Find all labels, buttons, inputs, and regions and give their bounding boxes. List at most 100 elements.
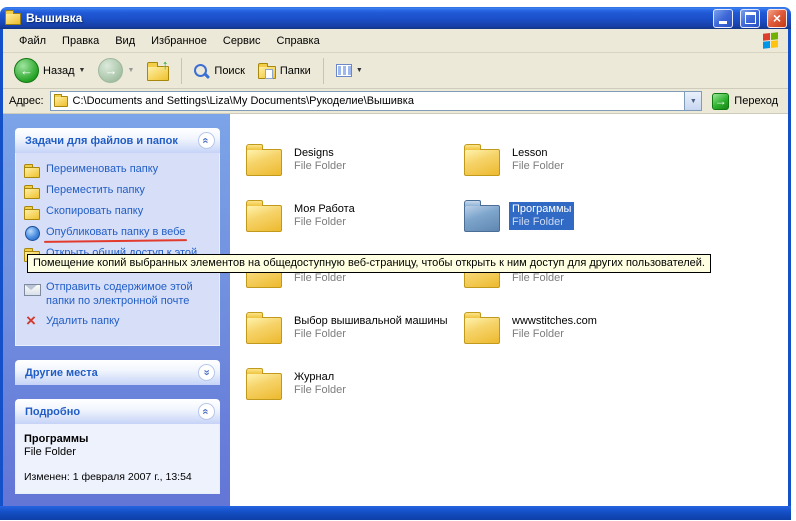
folders-icon — [258, 66, 276, 79]
folder-icon — [246, 317, 282, 344]
go-arrow-icon — [712, 93, 729, 110]
other-places-header[interactable]: Другие места — [15, 360, 220, 385]
file-item[interactable]: wwwstitches.com File Folder — [464, 300, 676, 356]
window-title: Вышивка — [26, 11, 706, 25]
file-type: File Folder — [512, 216, 571, 229]
file-name: Lesson — [512, 147, 564, 160]
toolbar-separator — [323, 58, 324, 84]
details-modified: Изменен: 1 февраля 2007 г., 13:54 — [24, 471, 213, 483]
file-item[interactable]: Журнал File Folder — [246, 356, 458, 412]
views-dropdown-icon[interactable]: ▼ — [356, 67, 363, 74]
file-name: Журнал — [294, 371, 346, 384]
details-type: File Folder — [24, 446, 213, 458]
details-panel-title: Подробно — [25, 406, 80, 418]
search-button[interactable]: Поиск — [189, 61, 249, 80]
menu-item[interactable]: Файл — [11, 31, 54, 51]
address-path[interactable]: C:\Documents and Settings\Liza\My Docume… — [73, 95, 680, 107]
address-combobox[interactable]: C:\Documents and Settings\Liza\My Docume… — [50, 91, 703, 111]
details-panel-body: Программы File Folder Изменен: 1 февраля… — [15, 424, 220, 494]
views-icon — [336, 64, 352, 77]
back-button[interactable]: Назад ▼ — [9, 55, 90, 86]
folder-icon — [246, 373, 282, 400]
search-label: Поиск — [214, 65, 244, 77]
forward-button[interactable]: ▼ — [93, 55, 139, 86]
task-icon — [24, 184, 40, 198]
task-item[interactable]: Скопировать папку — [24, 204, 213, 219]
details-name: Программы — [24, 433, 213, 445]
menu-item[interactable]: Избранное — [143, 31, 215, 51]
file-item[interactable]: Lesson File Folder — [464, 132, 676, 188]
chevron-down-icon[interactable] — [198, 364, 215, 381]
task-icon — [24, 281, 40, 295]
close-button[interactable] — [767, 9, 787, 28]
menu-item[interactable]: Сервис — [215, 31, 269, 51]
task-icon — [24, 205, 40, 219]
task-label: Переместить папку — [46, 183, 213, 197]
maximize-button[interactable] — [740, 9, 760, 28]
menu-item[interactable]: Вид — [107, 31, 143, 51]
back-dropdown-icon[interactable]: ▼ — [79, 67, 86, 74]
main-area: Задачи для файлов и папок Переименовать … — [3, 114, 788, 506]
file-item[interactable]: Designs File Folder — [246, 132, 458, 188]
go-label: Переход — [734, 95, 778, 107]
task-icon — [24, 315, 40, 329]
forward-dropdown-icon[interactable]: ▼ — [127, 67, 134, 74]
go-button[interactable]: Переход — [708, 92, 782, 111]
tooltip: Помещение копий выбранных элементов на о… — [27, 254, 711, 273]
file-list-area[interactable]: Designs File Folder Моя Работа File Fold… — [230, 114, 788, 506]
views-button[interactable]: ▼ — [331, 61, 368, 80]
task-label: Опубликовать папку в вебе — [46, 225, 213, 239]
folder-icon — [246, 149, 282, 176]
chevron-up-icon[interactable] — [198, 403, 215, 420]
chevron-up-icon[interactable] — [198, 132, 215, 149]
file-type: File Folder — [294, 272, 454, 285]
file-item[interactable]: Программы File Folder — [464, 188, 676, 244]
other-places-title: Другие места — [25, 367, 98, 379]
folders-button[interactable]: Папки — [253, 60, 316, 82]
file-type: File Folder — [512, 328, 597, 341]
details-panel-header[interactable]: Подробно — [15, 399, 220, 424]
folders-label: Папки — [280, 65, 311, 77]
file-labels: wwwstitches.com File Folder — [509, 314, 600, 342]
task-icon — [24, 226, 40, 240]
task-item[interactable]: Отправить содержимое этой папки по элект… — [24, 280, 213, 308]
file-type: File Folder — [294, 216, 355, 229]
up-button[interactable] — [142, 58, 174, 84]
menu-item[interactable]: Справка — [269, 31, 328, 51]
file-folder-tasks-panel: Задачи для файлов и папок Переименовать … — [15, 128, 220, 346]
file-labels: Программы File Folder — [509, 202, 574, 230]
other-places-panel: Другие места — [15, 360, 220, 385]
folder-icon — [246, 205, 282, 232]
file-labels: Выбор вышивальной машины File Folder — [291, 314, 451, 342]
menu-item[interactable]: Правка — [54, 31, 107, 51]
address-bar: Адрес: C:\Documents and Settings\Liza\My… — [3, 89, 788, 114]
file-item[interactable]: Выбор вышивальной машины File Folder — [246, 300, 458, 356]
explorer-window: Вышивка ФайлПравкаВидИзбранноеСервисСпра… — [0, 7, 791, 520]
back-label: Назад — [43, 65, 75, 77]
folder-icon — [464, 149, 500, 176]
tasks-panel-header[interactable]: Задачи для файлов и папок — [15, 128, 220, 153]
title-bar[interactable]: Вышивка — [0, 7, 791, 29]
file-labels: Моя Работа File Folder — [291, 202, 358, 230]
file-name: Designs — [294, 147, 346, 160]
task-item[interactable]: Удалить папку — [24, 314, 213, 329]
minimize-button[interactable] — [713, 9, 733, 28]
file-name: Программы — [512, 203, 571, 216]
forward-arrow-icon — [98, 58, 123, 83]
file-type: File Folder — [294, 328, 448, 341]
task-label: Переименовать папку — [46, 162, 213, 176]
address-label: Адрес: — [9, 95, 44, 107]
task-item[interactable]: Переместить папку — [24, 183, 213, 198]
up-folder-icon — [147, 66, 169, 81]
file-item[interactable]: Моя Работа File Folder — [246, 188, 458, 244]
address-dropdown-button[interactable]: ▼ — [684, 92, 701, 110]
back-arrow-icon — [14, 58, 39, 83]
menu-bar: ФайлПравкаВидИзбранноеСервисСправка — [3, 29, 788, 53]
task-label: Скопировать папку — [46, 204, 213, 218]
window-folder-icon — [5, 13, 21, 25]
task-item[interactable]: Опубликовать папку в вебе — [24, 225, 213, 240]
tasks-panel-body: Переименовать папку Переместить папку Ск… — [15, 153, 220, 346]
task-label: Отправить содержимое этой папки по элект… — [46, 280, 213, 308]
task-item[interactable]: Переименовать папку — [24, 162, 213, 177]
task-icon — [24, 163, 40, 177]
